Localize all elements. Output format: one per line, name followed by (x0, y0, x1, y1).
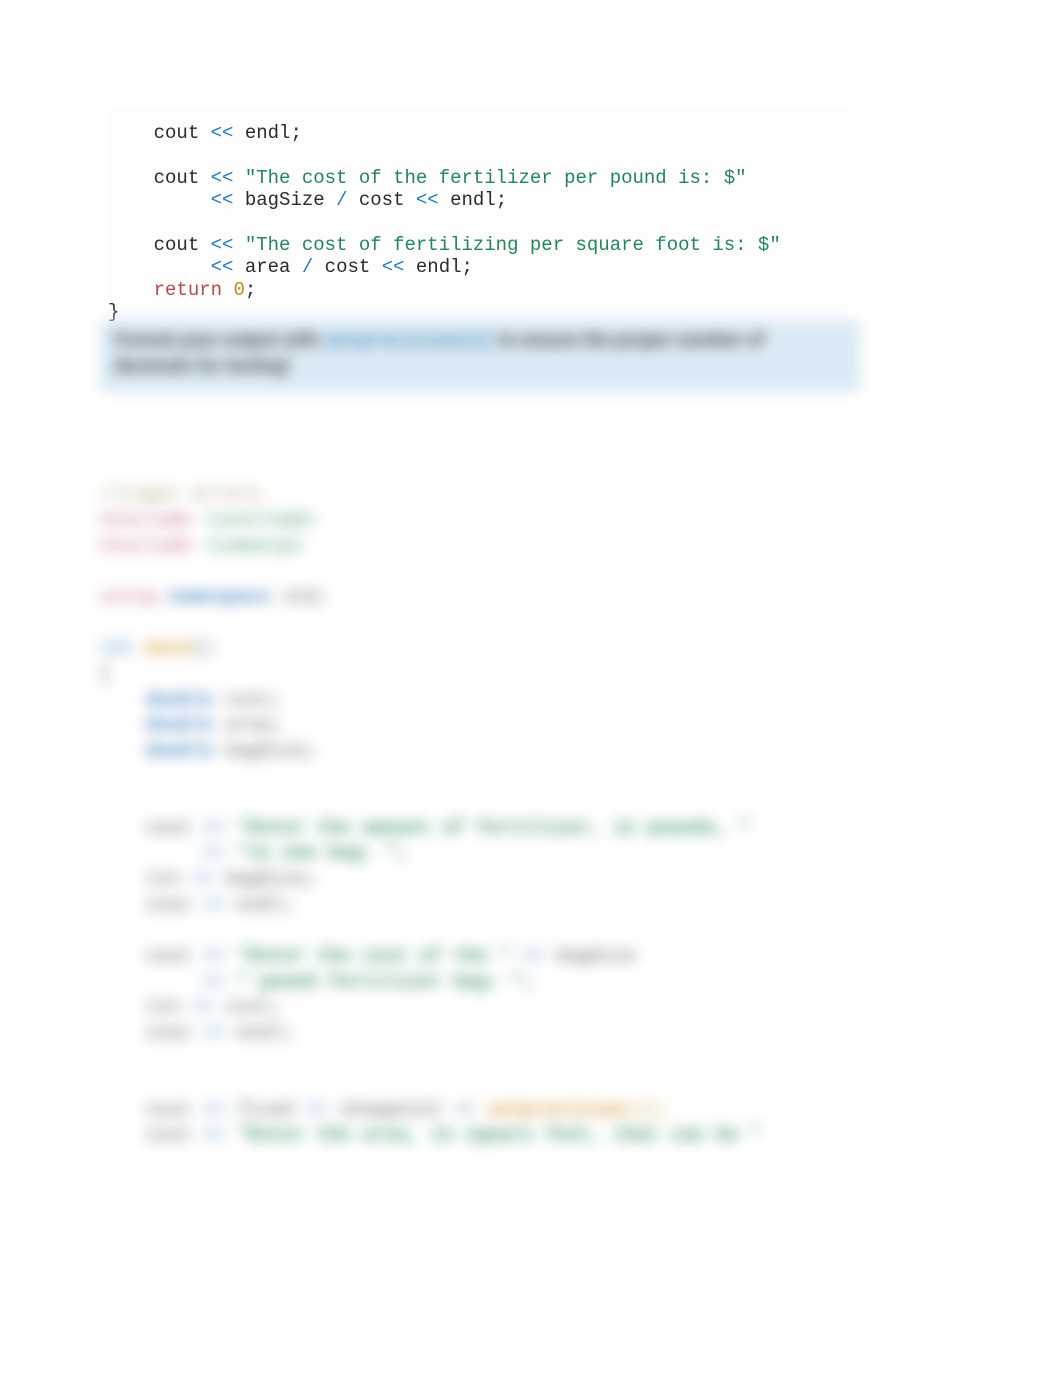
code-pre: cout << endl; cout << "The cost of the f… (108, 122, 848, 324)
code-line-9: } (108, 301, 119, 323)
code-line-1: cout << endl; (108, 122, 302, 144)
code-line-4: << bagSize / cost << endl; (108, 189, 507, 211)
blurred-code: //Logic errors. #include <iostream> #inc… (100, 482, 860, 1149)
code-line-7: << area / cost << endl; (108, 256, 473, 278)
code-line-8: return 0; (108, 279, 256, 301)
blurred-region: Format your output with setprecision(2) … (100, 320, 860, 1168)
page: cout << endl; cout << "The cost of the f… (0, 0, 1062, 1376)
code-line-6: cout << "The cost of fertilizing per squ… (108, 234, 781, 256)
code-block-visible: cout << endl; cout << "The cost of the f… (108, 108, 848, 338)
code-line-3: cout << "The cost of the fertilizer per … (108, 167, 747, 189)
